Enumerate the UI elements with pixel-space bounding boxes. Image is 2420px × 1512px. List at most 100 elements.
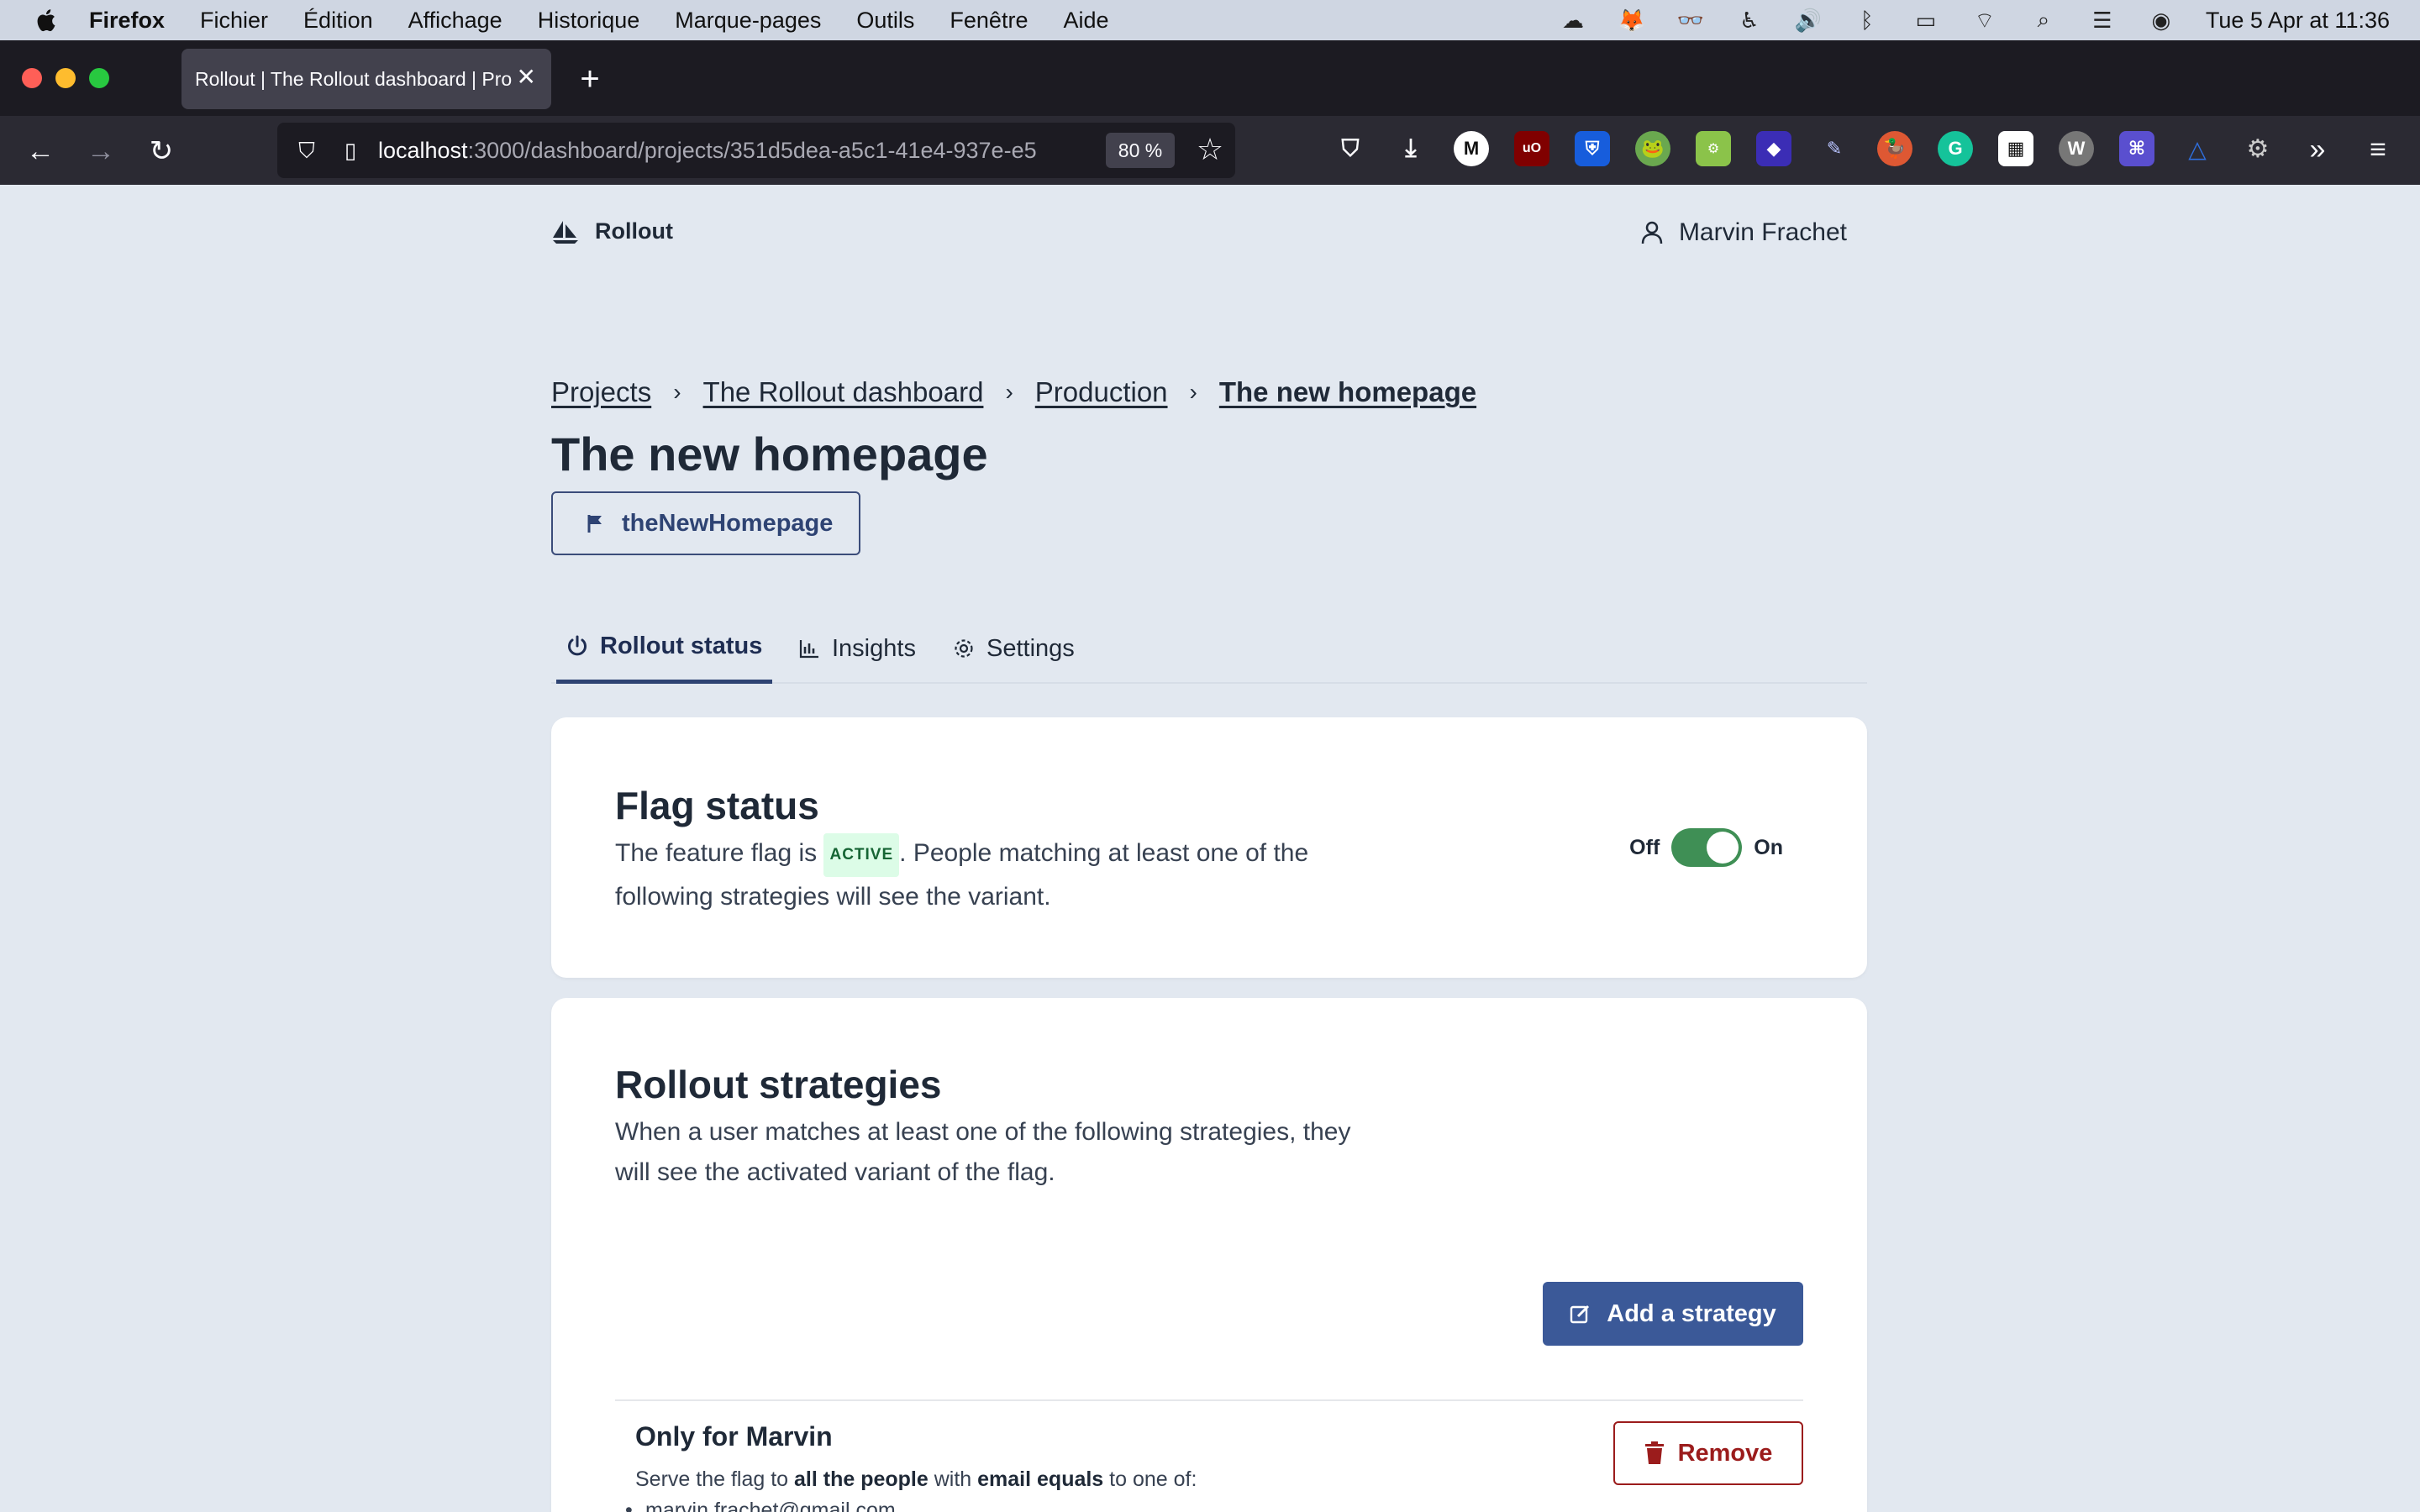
extension-m-icon[interactable]: M bbox=[1454, 131, 1489, 166]
rollout-strategies-description: When a user matches at least one of the … bbox=[615, 1118, 1351, 1186]
browser-tab-title: Rollout | The Rollout dashboard | Pro bbox=[195, 67, 513, 90]
frog-extension-icon[interactable]: 🐸 bbox=[1635, 131, 1670, 166]
cookie-extension-icon[interactable]: ⚙ bbox=[1696, 131, 1731, 166]
fox-status-icon[interactable]: 🦊 bbox=[1618, 8, 1646, 33]
siri-icon[interactable]: ◉ bbox=[2147, 8, 2175, 33]
accessibility-icon[interactable]: ♿ bbox=[1735, 8, 1764, 33]
glasses-icon[interactable]: 👓 bbox=[1676, 8, 1705, 33]
sailboat-logo-icon bbox=[553, 220, 578, 244]
settings-extension-icon[interactable]: ⚙ bbox=[2240, 131, 2275, 166]
breadcrumb-separator: › bbox=[1189, 379, 1197, 405]
shield-icon[interactable]: ⛉ bbox=[292, 136, 321, 165]
menu-historique[interactable]: Historique bbox=[538, 8, 640, 34]
browser-tab-active[interactable]: Rollout | The Rollout dashboard | Pro ✕ bbox=[182, 49, 551, 109]
window-minimize-button[interactable] bbox=[55, 68, 76, 88]
tab-label: Insights bbox=[832, 634, 916, 662]
close-tab-icon[interactable]: ✕ bbox=[517, 64, 536, 91]
tab-insights[interactable]: Insights bbox=[798, 613, 916, 684]
strategy-item: Only for Marvin Serve the flag to all th… bbox=[625, 1421, 1392, 1512]
tab-label: Settings bbox=[986, 634, 1075, 662]
new-tab-button[interactable]: + bbox=[571, 59, 608, 101]
breadcrumb: Projects › The Rollout dashboard › Produ… bbox=[551, 376, 1476, 408]
active-badge: ACTIVE bbox=[823, 833, 900, 877]
menu-app-name[interactable]: Firefox bbox=[89, 8, 165, 34]
trash-icon bbox=[1644, 1441, 1664, 1464]
bitwarden-icon[interactable]: ⛨ bbox=[1575, 131, 1610, 166]
page-tabs: Rollout status Insights Settings bbox=[551, 613, 1867, 684]
remove-label: Remove bbox=[1677, 1439, 1773, 1467]
pocket-icon[interactable]: ⛉ bbox=[1333, 131, 1368, 166]
breadcrumb-separator: › bbox=[673, 379, 681, 405]
grid-extension-icon[interactable]: ▦ bbox=[1998, 131, 2033, 166]
page-content: Rollout Marvin Frachet Projects › The Ro… bbox=[0, 185, 2420, 1512]
add-strategy-button[interactable]: Add a strategy bbox=[1543, 1282, 1803, 1346]
breadcrumb-project-link[interactable]: The Rollout dashboard bbox=[703, 376, 984, 408]
strategy-values-list: marvin.frachet@gmail.com bbox=[625, 1494, 1392, 1512]
url-bar[interactable]: ⛉ ▯ localhost:3000/dashboard/projects/35… bbox=[277, 123, 1235, 178]
volume-icon[interactable]: 🔊 bbox=[1794, 8, 1823, 33]
menu-bar-clock[interactable]: Tue 5 Apr at 11:36 bbox=[2206, 8, 2390, 34]
zoom-level-indicator[interactable]: 80 % bbox=[1106, 133, 1175, 168]
battery-icon[interactable]: ▭ bbox=[1912, 8, 1940, 33]
rollout-strategies-heading: Rollout strategies bbox=[615, 1063, 942, 1106]
wifi-icon[interactable]: ⌔ bbox=[1970, 8, 1999, 33]
spotlight-search-icon[interactable]: ⌕ bbox=[2029, 7, 2058, 33]
forward-button[interactable]: → bbox=[82, 133, 119, 170]
tab-rollout-status[interactable]: Rollout status bbox=[556, 613, 773, 684]
breadcrumb-separator: › bbox=[1005, 379, 1013, 405]
menu-fenetre[interactable]: Fenêtre bbox=[950, 8, 1028, 34]
remove-strategy-button[interactable]: Remove bbox=[1613, 1421, 1803, 1485]
triangle-extension-icon[interactable]: △ bbox=[2180, 131, 2215, 166]
sync-status-icon[interactable]: ☁ bbox=[1559, 8, 1587, 33]
ublock-icon[interactable]: uO bbox=[1514, 131, 1549, 166]
flag-toggle-group: Off On bbox=[1629, 828, 1783, 867]
page-title: The new homepage bbox=[551, 428, 988, 480]
layers-extension-icon[interactable]: ◆ bbox=[1756, 131, 1791, 166]
window-zoom-button[interactable] bbox=[89, 68, 109, 88]
back-button[interactable]: ← bbox=[22, 133, 59, 170]
flag-status-card: Flag status The feature flag is ACTIVE. … bbox=[551, 717, 1867, 978]
page-info-icon[interactable]: ▯ bbox=[336, 136, 365, 165]
menu-edition[interactable]: Édition bbox=[303, 8, 373, 34]
menu-marque-pages[interactable]: Marque-pages bbox=[675, 8, 821, 34]
downloads-icon[interactable]: ⤓ bbox=[1393, 131, 1428, 166]
control-center-icon[interactable]: ☰ bbox=[2088, 8, 2117, 33]
breadcrumb-current-link[interactable]: The new homepage bbox=[1219, 376, 1476, 408]
user-name: Marvin Frachet bbox=[1678, 218, 1847, 246]
app-menu-icon[interactable]: ≡ bbox=[2360, 131, 2396, 168]
user-icon bbox=[1641, 221, 1663, 244]
strategy-name: Only for Marvin bbox=[635, 1421, 833, 1452]
menu-fichier[interactable]: Fichier bbox=[200, 8, 268, 34]
brand-name: Rollout bbox=[595, 218, 673, 244]
breadcrumb-projects-link[interactable]: Projects bbox=[551, 376, 651, 408]
extensions-toolbar: ⛉ ⤓ M uO ⛨ 🐸 ⚙ ◆ ✎ 🦆 G ▦ W ⌘ △ ⚙ bbox=[1333, 131, 2275, 168]
window-close-button[interactable] bbox=[22, 68, 42, 88]
flag-status-description: The feature flag is ACTIVE. People match… bbox=[615, 833, 1397, 917]
flag-key-button[interactable]: theNewHomepage bbox=[551, 491, 860, 555]
strategies-divider bbox=[615, 1399, 1803, 1401]
menu-outils[interactable]: Outils bbox=[856, 8, 914, 34]
url-text[interactable]: localhost:3000/dashboard/projects/351d5d… bbox=[378, 138, 1099, 164]
bookmark-star-icon[interactable]: ☆ bbox=[1192, 131, 1228, 168]
strategy-rule-description: Serve the flag to all the people with em… bbox=[635, 1467, 1197, 1491]
w-extension-icon[interactable]: W bbox=[2059, 131, 2094, 166]
tab-settings[interactable]: Settings bbox=[953, 613, 1075, 684]
macos-menu-bar: Firefox Fichier Édition Affichage Histor… bbox=[0, 0, 2420, 40]
brand-link[interactable]: Rollout bbox=[551, 218, 673, 244]
user-menu[interactable]: Marvin Frachet bbox=[1640, 218, 1847, 247]
tab-label: Rollout status bbox=[600, 633, 763, 659]
bluetooth-icon[interactable]: ᛒ bbox=[1853, 8, 1881, 33]
breadcrumb-environment-link[interactable]: Production bbox=[1035, 376, 1168, 408]
menu-aide[interactable]: Aide bbox=[1063, 8, 1108, 34]
dev-extension-icon[interactable]: ⌘ bbox=[2119, 131, 2154, 166]
pen-extension-icon[interactable]: ✎ bbox=[1817, 131, 1852, 166]
duckduckgo-icon[interactable]: 🦆 bbox=[1877, 131, 1912, 166]
grammarly-icon[interactable]: G bbox=[1938, 131, 1973, 166]
power-icon bbox=[568, 635, 587, 655]
flag-status-toggle[interactable] bbox=[1671, 828, 1743, 867]
apple-icon[interactable] bbox=[34, 8, 57, 33]
rollout-strategies-card: Rollout strategies When a user matches a… bbox=[551, 998, 1867, 1512]
more-extensions-icon[interactable]: » bbox=[2299, 131, 2336, 168]
reload-button[interactable]: ↻ bbox=[143, 133, 180, 170]
menu-affichage[interactable]: Affichage bbox=[408, 8, 502, 34]
